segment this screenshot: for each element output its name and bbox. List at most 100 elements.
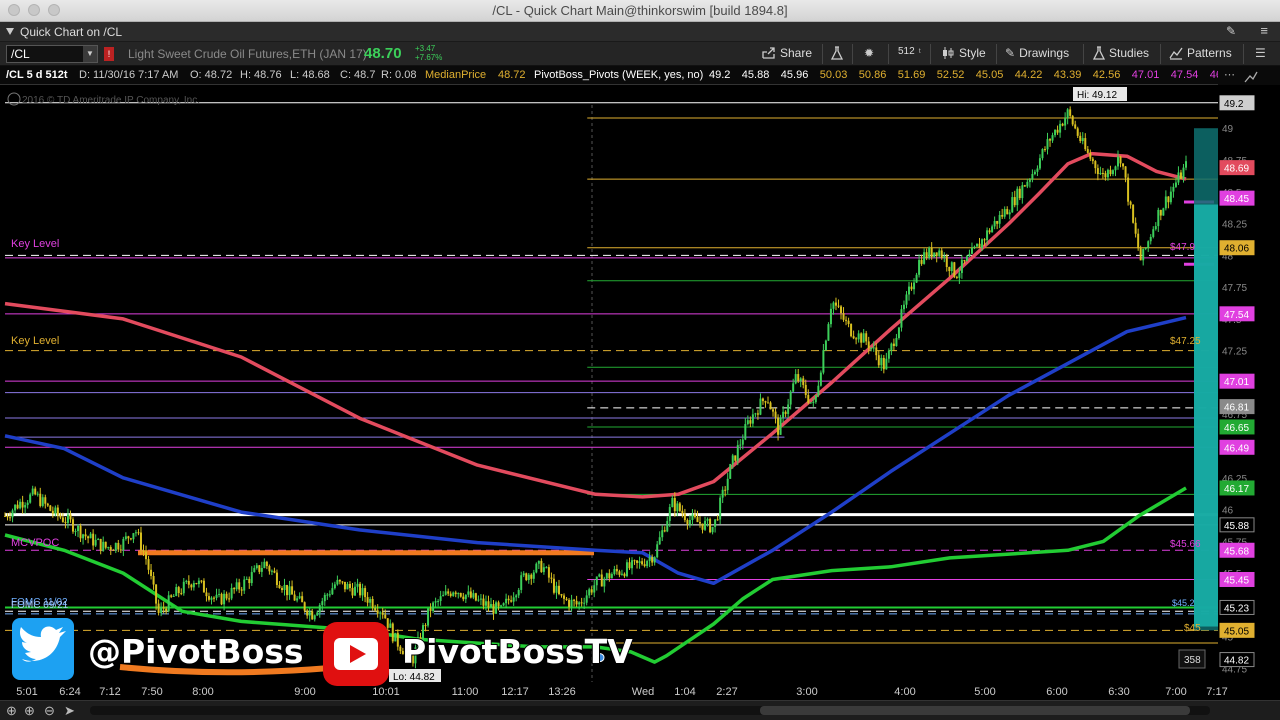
price-candle-body — [631, 560, 634, 569]
hamburger-menu-icon[interactable]: ≡ — [1260, 23, 1268, 38]
price-candle-body — [122, 538, 125, 551]
price-candle-body — [945, 256, 948, 268]
price-candle-body — [243, 579, 246, 591]
price-candle-body — [89, 533, 92, 539]
cursor-arrow-icon[interactable]: ➤ — [64, 703, 75, 719]
settings-button[interactable]: ✹ — [864, 46, 874, 60]
price-candle-body — [852, 336, 855, 339]
price-candle-body — [930, 247, 933, 258]
price-candle-body — [998, 214, 1001, 224]
symbol-input[interactable]: /CL ▼ — [6, 45, 98, 63]
price-candle-body — [26, 502, 29, 506]
price-candle-body — [197, 580, 200, 585]
price-candle-body — [512, 597, 515, 602]
alert-flag-icon[interactable]: ! — [104, 47, 114, 61]
price-candle-body — [857, 333, 860, 340]
price-candle-body — [850, 323, 853, 337]
price-candle-body — [296, 598, 299, 601]
price-candle-body — [364, 588, 367, 598]
studies-button[interactable]: Studies — [1093, 46, 1149, 60]
price-candle-body — [1111, 170, 1114, 175]
symbol-dropdown-icon[interactable]: ▼ — [83, 46, 97, 62]
x-tick-label: Wed — [632, 686, 654, 698]
price-axis-tag-text: 48.45 — [1224, 194, 1249, 205]
price-candle-body — [94, 539, 97, 546]
price-candle-body — [515, 595, 518, 598]
price-candle-body — [1043, 149, 1046, 151]
price-candle-body — [1079, 135, 1082, 142]
price-candle-body — [175, 587, 178, 596]
studies-flask-icon — [1093, 46, 1105, 60]
price-candle-body — [444, 591, 447, 595]
price-candle-body — [620, 573, 623, 575]
price-candle-body — [741, 439, 744, 445]
price-candle-body — [721, 489, 724, 498]
chart-info-bar: /CL 5 d 512t D: 11/30/16 7:17 AM O: 48.7… — [0, 66, 1218, 85]
price-candle-body — [71, 519, 74, 532]
price-candle-body — [950, 262, 953, 272]
price-candle-body — [938, 250, 941, 257]
price-candle-body — [840, 306, 843, 314]
price-candle-body — [381, 612, 384, 615]
bar-date: D: 11/30/16 7:17 AM — [79, 69, 179, 81]
price-candle-body — [31, 488, 34, 495]
price-candle-body — [908, 286, 911, 295]
toolbar-divider — [822, 44, 823, 64]
price-candle-body — [1182, 167, 1185, 179]
price-candle-body — [555, 585, 558, 593]
pin-icon[interactable]: ✎ — [1226, 24, 1236, 38]
price-candle-body — [51, 510, 54, 514]
price-candle-body — [338, 579, 341, 582]
price-candle-body — [437, 601, 440, 603]
price-candle-body — [87, 536, 90, 539]
price-candle-body — [542, 567, 545, 573]
zoom-aggregation-button[interactable]: 512 t — [898, 46, 921, 57]
price-candle-body — [459, 593, 462, 597]
level-price-label: $45.66 — [1170, 539, 1201, 550]
price-candle-body — [238, 582, 241, 590]
drawings-button[interactable]: ✎ Drawings — [1005, 46, 1069, 60]
crosshair-icon[interactable]: ⊕ — [6, 703, 17, 719]
patterns-icon — [1169, 47, 1183, 60]
net-change: +3.47 — [415, 44, 436, 53]
patterns-button[interactable]: Patterns — [1169, 46, 1232, 60]
price-candle-body — [1096, 168, 1099, 175]
price-candle-body — [1089, 152, 1092, 159]
price-candle-body — [316, 612, 319, 616]
style-button[interactable]: Style — [941, 46, 986, 60]
price-candle-body — [792, 383, 795, 392]
price-chart[interactable]: 2016 © TD Ameritrade IP Company, Inc. Hi:… — [0, 85, 1280, 700]
price-candle-body — [1109, 169, 1112, 175]
price-candle-body — [819, 372, 822, 386]
collapse-triangle-icon[interactable] — [6, 28, 14, 35]
pivot-value: 50.03 — [819, 69, 848, 81]
price-candle-body — [359, 583, 362, 596]
level-price-label: $45.2 — [1172, 598, 1195, 608]
zoom-in-icon[interactable]: ⊕ — [24, 703, 35, 719]
price-candle-body — [21, 501, 24, 508]
x-tick-label: 6:30 — [1108, 686, 1129, 698]
price-candle-body — [502, 603, 505, 606]
price-candle-body — [832, 302, 835, 309]
price-candle-body — [54, 507, 57, 514]
toolbar-divider — [1160, 44, 1161, 64]
price-candle-body — [376, 610, 379, 614]
zoom-out-icon[interactable]: ⊖ — [44, 703, 55, 719]
price-candle-body — [218, 593, 221, 595]
price-candle-body — [688, 520, 691, 525]
price-axis-tag-text: 46.49 — [1224, 443, 1249, 454]
price-candle-body — [618, 571, 621, 575]
price-candle-body — [948, 267, 951, 272]
price-candle-body — [686, 520, 689, 525]
trend-icon[interactable] — [1244, 70, 1258, 84]
price-candle-body — [882, 357, 885, 370]
price-candle-body — [366, 597, 369, 603]
menu-dots-icon[interactable]: ⋯ — [1224, 68, 1235, 81]
price-candle-body — [603, 578, 606, 587]
toolbar-menu-button[interactable]: ☰ — [1255, 46, 1266, 60]
flask-button[interactable] — [831, 46, 843, 60]
horizontal-scrollbar-thumb[interactable] — [760, 706, 1190, 715]
price-candle-body — [4, 515, 6, 517]
share-button[interactable]: Share — [762, 46, 812, 60]
price-candle-body — [44, 497, 47, 504]
